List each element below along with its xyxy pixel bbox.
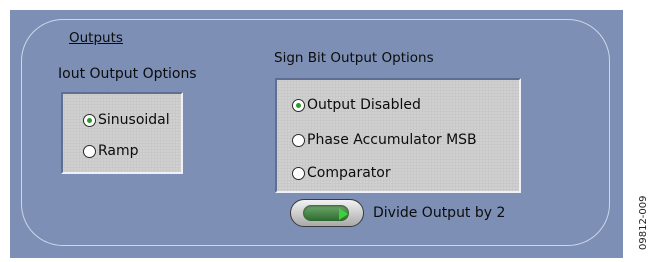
sign-bit-option-output-disabled[interactable]: Output Disabled: [292, 97, 421, 113]
iout-option-label: Sinusoidal: [98, 112, 170, 128]
sign-bit-option-comparator[interactable]: Comparator: [292, 165, 391, 181]
outputs-panel: Outputs Iout Output Options Sign Bit Out…: [10, 10, 623, 258]
sign-bit-options-label: Sign Bit Output Options: [274, 50, 434, 66]
sign-bit-option-phase-accumulator-msb[interactable]: Phase Accumulator MSB: [292, 132, 477, 148]
radio-unselected-icon[interactable]: [292, 166, 305, 180]
sign-bit-option-label: Output Disabled: [307, 97, 421, 113]
divide-output-label: Divide Output by 2: [373, 205, 506, 221]
divide-output-toggle[interactable]: [290, 199, 364, 227]
radio-unselected-icon[interactable]: [292, 133, 305, 147]
sign-bit-option-label: Phase Accumulator MSB: [307, 132, 477, 148]
iout-options-label: Iout Output Options: [58, 66, 197, 82]
iout-options-group: Sinusoidal Ramp: [61, 92, 183, 174]
iout-option-label: Ramp: [98, 143, 139, 159]
play-arrow-icon: [339, 208, 348, 220]
radio-selected-icon[interactable]: [83, 113, 96, 127]
figure-id: 09812-009: [638, 195, 649, 250]
iout-option-ramp[interactable]: Ramp: [83, 143, 139, 159]
sign-bit-options-group: Output Disabled Phase Accumulator MSB Co…: [275, 78, 521, 193]
sign-bit-option-label: Comparator: [307, 165, 391, 181]
radio-unselected-icon[interactable]: [83, 144, 96, 158]
outputs-title: Outputs: [69, 30, 123, 46]
radio-selected-icon[interactable]: [292, 98, 305, 112]
iout-option-sinusoidal[interactable]: Sinusoidal: [83, 112, 170, 128]
